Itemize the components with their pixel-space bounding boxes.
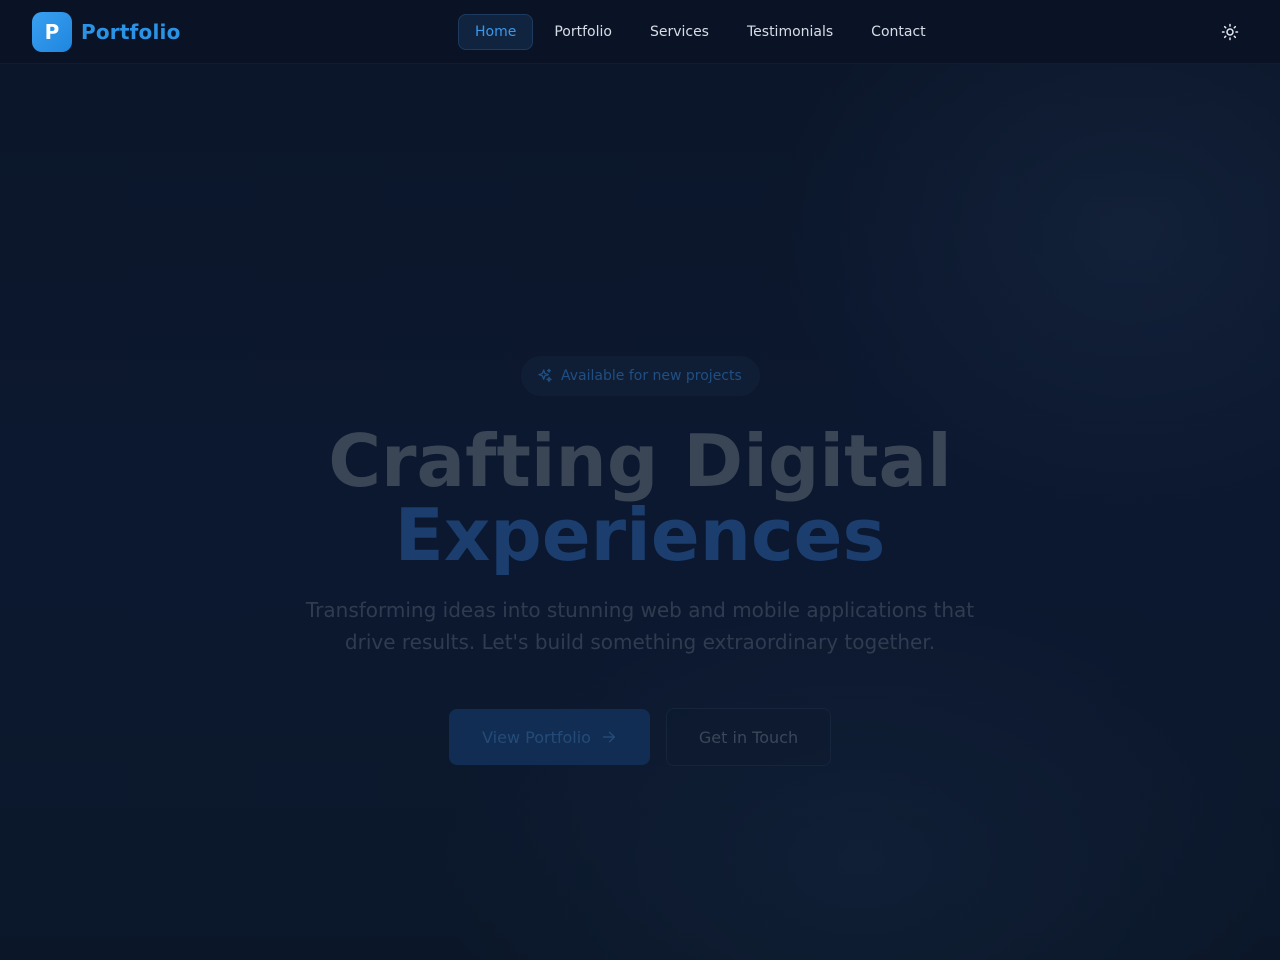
headline-line-2: Experiences	[394, 493, 886, 577]
headline-line-1: Crafting Digital	[328, 419, 952, 503]
subtitle-line-1: Transforming ideas into stunning web and…	[305, 598, 975, 622]
view-portfolio-label: View Portfolio	[482, 727, 591, 747]
sun-icon	[1221, 23, 1239, 41]
hero-headline: Crafting Digital Experiences	[0, 424, 1280, 572]
arrow-right-icon	[602, 731, 616, 743]
nav-item-testimonials[interactable]: Testimonials	[730, 14, 850, 50]
brand-name: Portfolio	[81, 20, 181, 44]
main-nav: Home Portfolio Services Testimonials Con…	[458, 14, 943, 50]
nav-item-services[interactable]: Services	[633, 14, 726, 50]
sparkles-icon	[538, 368, 552, 382]
hero-section: Available for new projects Crafting Digi…	[0, 64, 1280, 960]
site-header: P Portfolio Home Portfolio Services Test…	[0, 0, 1280, 64]
get-in-touch-button[interactable]: Get in Touch	[666, 708, 831, 766]
theme-toggle-button[interactable]	[1214, 16, 1246, 48]
hero-subtitle: Transforming ideas into stunning web and…	[290, 594, 990, 658]
availability-badge: Available for new projects	[521, 356, 760, 396]
view-portfolio-button[interactable]: View Portfolio	[449, 709, 650, 765]
subtitle-line-2: drive results. Let's build something ext…	[344, 630, 936, 654]
nav-item-contact[interactable]: Contact	[854, 14, 942, 50]
nav-item-home[interactable]: Home	[458, 14, 534, 50]
logo-link[interactable]: P Portfolio	[32, 12, 181, 52]
nav-item-portfolio[interactable]: Portfolio	[537, 14, 629, 50]
logo-badge: P	[32, 12, 72, 52]
badge-text: Available for new projects	[561, 368, 742, 384]
page: P Portfolio Home Portfolio Services Test…	[0, 0, 1280, 960]
